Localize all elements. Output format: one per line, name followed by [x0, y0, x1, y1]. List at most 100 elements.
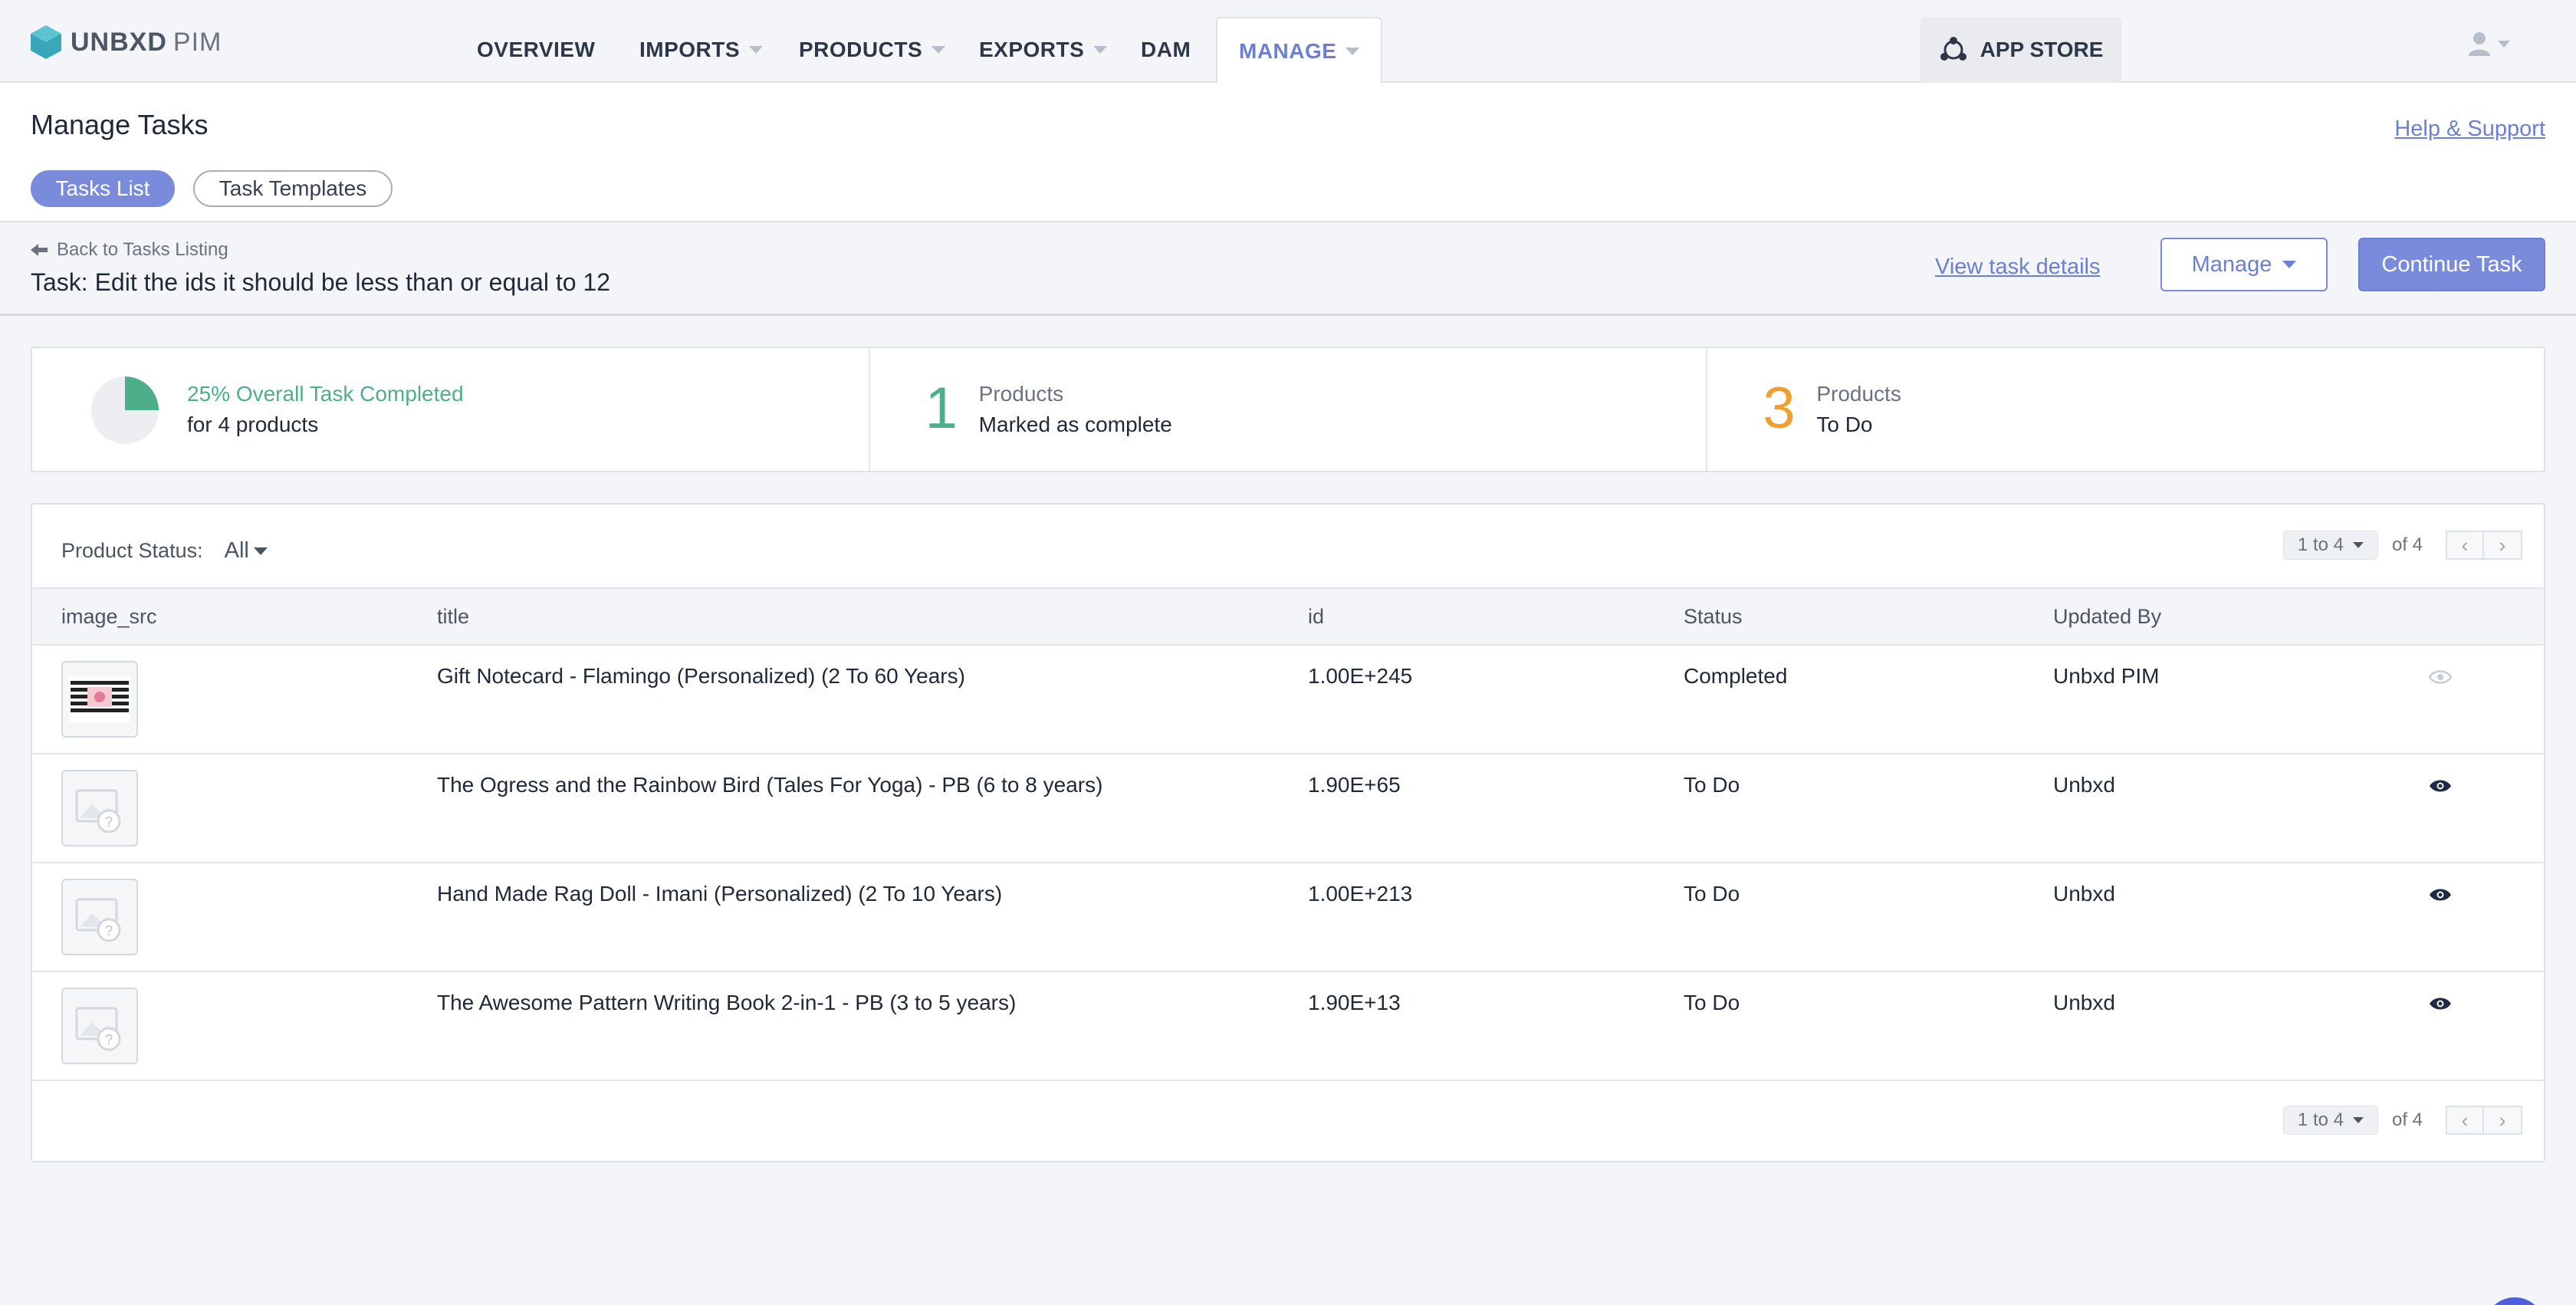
- product-status: Completed: [1684, 645, 2053, 754]
- continue-task-button[interactable]: Continue Task: [2358, 238, 2545, 291]
- task-stats: 25% Overall Task Completed for 4 product…: [31, 347, 2545, 472]
- todo-label: Products: [1816, 382, 1901, 406]
- chevron-down-icon: [2282, 261, 2297, 268]
- tab-task-templates[interactable]: Task Templates: [193, 170, 393, 207]
- page-header: Manage Tasks Help & Support Tasks List T…: [0, 83, 2576, 222]
- view-eye-icon[interactable]: [2429, 992, 2452, 1017]
- view-eye-icon[interactable]: [2428, 666, 2453, 690]
- stat-todo: 3 Products To Do: [1706, 348, 2544, 471]
- nav-manage[interactable]: MANAGE: [1216, 17, 1383, 84]
- chevron-right-icon: ›: [2499, 1108, 2506, 1132]
- user-avatar-icon: [2469, 32, 2490, 56]
- product-thumbnail[interactable]: ?: [61, 988, 138, 1064]
- chat-widget-button[interactable]: [2484, 1297, 2545, 1305]
- app-store-button[interactable]: APP STORE: [1921, 17, 2121, 83]
- table-row[interactable]: ? Hand Made Rag Doll - Imani (Personaliz…: [32, 863, 2544, 972]
- pagination-bottom: 1 to 4 of 4 ‹ ›: [2282, 1106, 2522, 1135]
- stat-complete: 1 Products Marked as complete: [868, 348, 1707, 471]
- view-task-details-link[interactable]: View task details: [1935, 255, 2100, 280]
- table-row[interactable]: ? The Awesome Pattern Writing Book 2-in-…: [32, 971, 2544, 1081]
- column-header-title[interactable]: title: [437, 587, 1308, 646]
- products-table: image_src title id Status Updated By Gif…: [32, 587, 2544, 1081]
- page-total: of 4: [2391, 534, 2423, 555]
- product-status: To Do: [1684, 863, 2053, 972]
- next-page-button[interactable]: ›: [2484, 531, 2522, 560]
- svg-text:?: ?: [105, 814, 113, 830]
- product-status: To Do: [1684, 754, 2053, 863]
- column-header-updated-by[interactable]: Updated By: [2053, 587, 2429, 646]
- column-header-image[interactable]: image_src: [32, 587, 437, 646]
- complete-count: 1: [925, 376, 958, 441]
- page-range-select[interactable]: 1 to 4: [2282, 1106, 2378, 1135]
- chevron-down-icon: [1346, 48, 1360, 55]
- product-thumbnail[interactable]: [61, 661, 138, 738]
- column-header-id[interactable]: id: [1308, 587, 1684, 646]
- chevron-down-icon: [253, 547, 268, 555]
- image-placeholder-icon: ?: [75, 789, 121, 833]
- product-id: 1.90E+13: [1308, 971, 1684, 1081]
- back-to-tasks-link[interactable]: Back to Tasks Listing: [31, 239, 228, 261]
- app-store-icon: [1940, 37, 1967, 61]
- prev-page-button[interactable]: ‹: [2446, 531, 2484, 560]
- chevron-down-icon: [2352, 542, 2364, 548]
- brand-name: UNBXD PIM: [71, 27, 222, 57]
- prev-page-button[interactable]: ‹: [2446, 1106, 2484, 1135]
- help-support-link[interactable]: Help & Support: [2394, 117, 2545, 142]
- table-header-row: image_src title id Status Updated By: [32, 587, 2544, 646]
- nav-products[interactable]: PRODUCTS: [799, 17, 946, 83]
- brand-logo[interactable]: UNBXD PIM: [29, 23, 222, 61]
- image-placeholder-icon: ?: [75, 898, 121, 942]
- next-page-button[interactable]: ›: [2484, 1106, 2522, 1135]
- todo-count: 3: [1763, 376, 1796, 441]
- complete-label: Products: [978, 382, 1064, 406]
- product-updated-by: Unbxd: [2053, 971, 2429, 1081]
- page-title: Manage Tasks: [31, 109, 209, 140]
- top-navigation: UNBXD PIM OVERVIEW IMPORTS PRODUCTS EXPOR…: [0, 0, 2576, 84]
- product-id: 1.90E+65: [1308, 754, 1684, 863]
- chevron-down-icon: [1093, 46, 1108, 54]
- pagination-top: 1 to 4 of 4 ‹ ›: [2282, 531, 2522, 560]
- complete-sub: Marked as complete: [978, 413, 1172, 436]
- status-filter-label: Product Status:: [61, 539, 203, 562]
- chevron-right-icon: ›: [2499, 533, 2506, 557]
- product-id: 1.00E+213: [1308, 863, 1684, 972]
- manage-dropdown-button[interactable]: Manage: [2160, 238, 2328, 291]
- task-bar: Back to Tasks Listing Task: Edit the ids…: [0, 222, 2576, 316]
- stat-completion: 25% Overall Task Completed for 4 product…: [32, 348, 869, 471]
- view-eye-icon[interactable]: [2429, 883, 2452, 908]
- hexagon-logo-icon: [31, 25, 61, 59]
- nav-exports[interactable]: EXPORTS: [979, 17, 1108, 83]
- product-thumbnail[interactable]: ?: [61, 879, 138, 955]
- nav-dam[interactable]: DAM: [1141, 17, 1191, 83]
- page-range-select[interactable]: 1 to 4: [2282, 531, 2378, 560]
- product-updated-by: Unbxd PIM: [2053, 645, 2429, 754]
- products-card: Product Status: All 1 to 4 of 4 ‹ › imag…: [31, 503, 2545, 1162]
- product-title: The Ogress and the Rainbow Bird (Tales F…: [437, 754, 1308, 863]
- table-row[interactable]: Gift Notecard - Flamingo (Personalized) …: [32, 645, 2544, 754]
- product-updated-by: Unbxd: [2053, 863, 2429, 972]
- product-thumbnail[interactable]: ?: [61, 770, 138, 846]
- completion-sub: for 4 products: [187, 413, 319, 436]
- table-row[interactable]: ? The Ogress and the Rainbow Bird (Tales…: [32, 754, 2544, 863]
- image-placeholder-icon: ?: [75, 1007, 121, 1051]
- notecard-image-icon: [69, 676, 130, 722]
- tab-tasks-list[interactable]: Tasks List: [31, 170, 175, 207]
- svg-text:?: ?: [105, 923, 113, 938]
- column-header-status[interactable]: Status: [1684, 587, 2053, 646]
- column-header-actions: [2429, 587, 2544, 646]
- chevron-down-icon: [2352, 1117, 2364, 1123]
- user-menu[interactable]: [2467, 31, 2510, 57]
- product-title: Gift Notecard - Flamingo (Personalized) …: [437, 645, 1308, 754]
- nav-overview[interactable]: OVERVIEW: [477, 17, 595, 83]
- product-status: To Do: [1684, 971, 2053, 1081]
- product-id: 1.00E+245: [1308, 645, 1684, 754]
- completion-headline: 25% Overall Task Completed: [187, 382, 464, 406]
- status-filter-select[interactable]: All: [225, 538, 268, 564]
- nav-imports[interactable]: IMPORTS: [639, 17, 764, 83]
- arrow-left-icon: [31, 244, 48, 256]
- todo-sub: To Do: [1816, 413, 1873, 436]
- page-total: of 4: [2391, 1109, 2423, 1130]
- view-eye-icon[interactable]: [2429, 774, 2452, 799]
- chevron-left-icon: ‹: [2461, 533, 2469, 557]
- chevron-left-icon: ‹: [2461, 1108, 2469, 1132]
